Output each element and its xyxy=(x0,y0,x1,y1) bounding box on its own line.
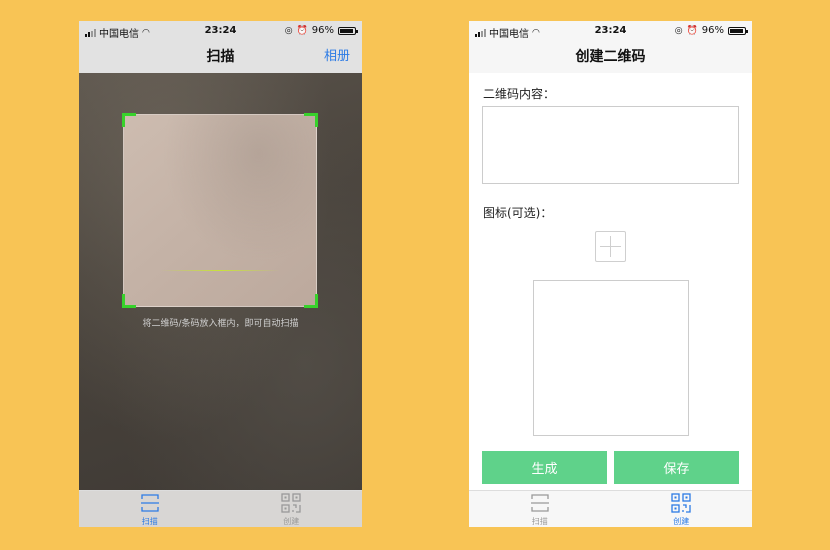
tab-label: 扫描 xyxy=(531,516,548,526)
tab-label: 创建 xyxy=(283,516,300,526)
camera-preview: 将二维码/条码放入框内，即可自动扫描 xyxy=(79,73,362,491)
tab-label: 创建 xyxy=(673,516,690,526)
create-screen: 中国电信 ◠ 23:24 ◎ ⏰ 96% 创建二维码 二维码内容： 图标(可选)… xyxy=(469,21,752,527)
tab-scan[interactable]: 扫描 xyxy=(79,491,221,527)
qr-preview xyxy=(533,280,689,436)
status-bar: 中国电信 ◠ 23:24 ◎ ⏰ 96% xyxy=(79,21,362,41)
alarm-icon: ⏰ xyxy=(686,25,698,36)
tab-bar: 扫描 创建 xyxy=(79,490,362,527)
icon-label: 图标(可选)： xyxy=(483,206,553,220)
scan-frame xyxy=(122,113,318,308)
scan-icon xyxy=(530,493,549,512)
scan-corner-top-left xyxy=(122,113,136,127)
qr-content-input[interactable] xyxy=(482,106,739,184)
tab-bar: 扫描 创建 xyxy=(469,490,752,527)
nav-bar: 创建二维码 xyxy=(469,41,752,73)
battery-percent: 96% xyxy=(311,25,334,36)
page-title: 创建二维码 xyxy=(575,49,646,65)
alarm-icon: ⏰ xyxy=(296,25,308,36)
scan-corner-bottom-left xyxy=(122,294,136,308)
page-title: 扫描 xyxy=(206,49,235,65)
scan-line xyxy=(160,270,280,271)
scan-hint: 将二维码/条码放入框内，即可自动扫描 xyxy=(142,319,299,329)
album-button[interactable]: 相册 xyxy=(324,41,350,73)
battery-percent: 96% xyxy=(701,25,724,36)
qrcode-icon xyxy=(671,492,691,513)
battery-icon xyxy=(338,26,358,35)
scan-screen: 中国电信 ◠ 23:24 ◎ ⏰ 96% 扫描 相册 将二维码/条码放入框内，即… xyxy=(79,21,362,527)
save-button[interactable]: 保存 xyxy=(614,451,739,484)
tab-create[interactable]: 创建 xyxy=(611,491,753,527)
qrcode-icon xyxy=(281,492,301,513)
rotation-lock-icon: ◎ xyxy=(674,25,683,36)
content-label: 二维码内容： xyxy=(483,87,556,101)
scan-icon xyxy=(140,493,159,512)
rotation-lock-icon: ◎ xyxy=(284,25,293,36)
battery-icon xyxy=(728,26,748,35)
tab-label: 扫描 xyxy=(141,516,158,526)
status-bar: 中国电信 ◠ 23:24 ◎ ⏰ 96% xyxy=(469,21,752,41)
tab-scan[interactable]: 扫描 xyxy=(469,491,611,527)
nav-bar: 扫描 相册 xyxy=(79,41,362,73)
scan-corner-top-right xyxy=(304,113,318,127)
tab-create[interactable]: 创建 xyxy=(221,491,363,527)
add-icon-button[interactable] xyxy=(595,231,626,262)
generate-button[interactable]: 生成 xyxy=(482,451,607,484)
scan-corner-bottom-right xyxy=(304,294,318,308)
